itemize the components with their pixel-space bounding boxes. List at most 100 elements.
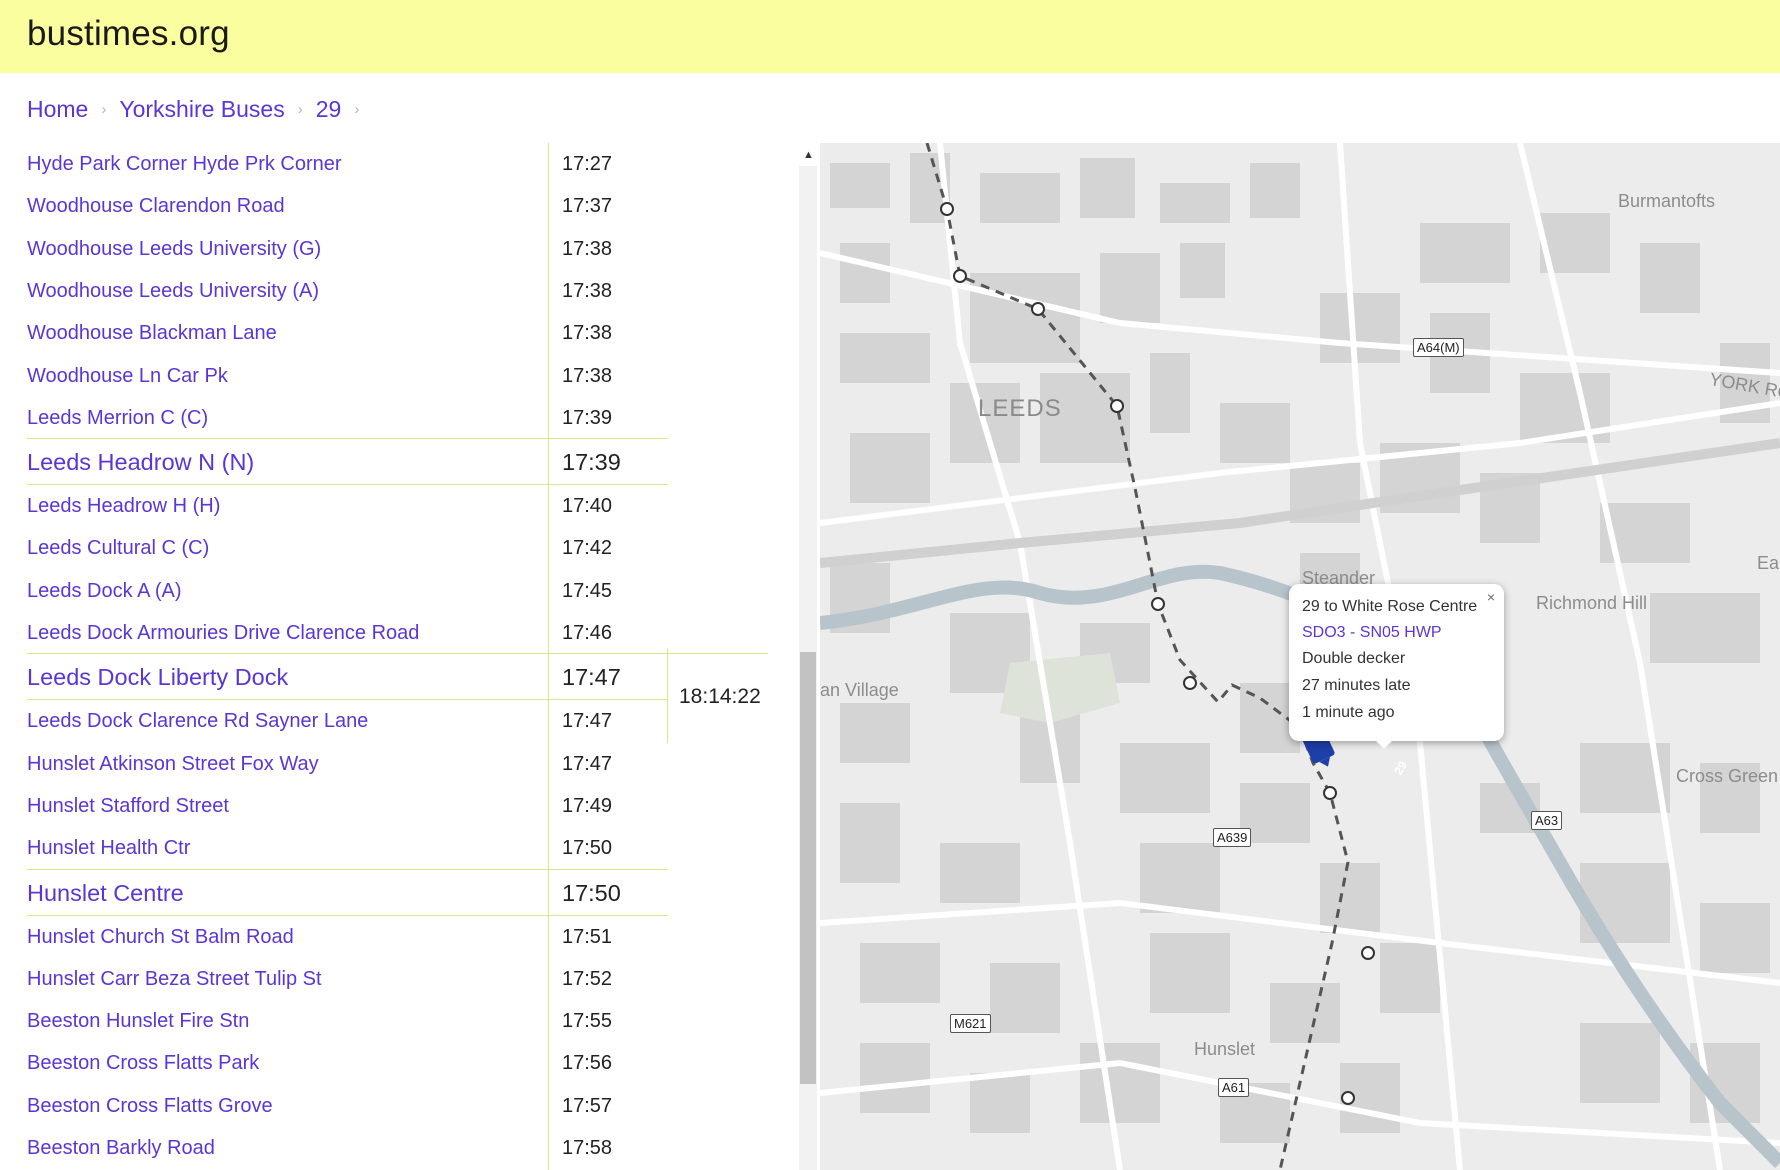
stop-time: 17:47 [562, 664, 621, 691]
stop-link[interactable]: Leeds Dock A (A) [27, 570, 182, 612]
popup-pointer [1374, 739, 1394, 749]
map-label-ea: Ea [1757, 553, 1780, 573]
journey-time: 18:14:22 [679, 685, 761, 708]
stop-link[interactable]: Leeds Cultural C (C) [27, 527, 209, 569]
stop-link[interactable]: Hunslet Carr Beza Street Tulip St [27, 958, 322, 1000]
stop-link[interactable]: Beeston Barkly Road [27, 1127, 215, 1169]
stop-time: 17:47 [562, 752, 613, 775]
stop-time: 17:38 [562, 364, 613, 387]
table-row: Leeds Dock A (A) 17:45 [0, 570, 668, 612]
stop-link[interactable]: Hyde Park Corner Hyde Prk Corner [27, 143, 342, 185]
stop-time: 17:50 [562, 879, 621, 906]
table-row: Hyde Park Corner Hyde Prk Corner 17:27 [0, 143, 668, 185]
scroll-up-icon[interactable]: ▲ [803, 150, 814, 161]
table-row: Hunslet Stafford Street 17:49 [0, 785, 668, 827]
stop-time: 17:46 [562, 622, 613, 644]
vehicle-popup: × 29 to White Rose Centre SDO3 - SN05 HW… [1289, 584, 1504, 741]
stop-time: 17:38 [562, 237, 613, 260]
vehicle-link[interactable]: SDO3 - SN05 HWP [1302, 624, 1442, 642]
table-row: Woodhouse Leeds University (A) 17:38 [0, 270, 668, 312]
stop-link[interactable]: Beeston Hunslet Fire Stn [27, 1000, 249, 1042]
table-row: Woodhouse Blackman Lane 17:38 [0, 312, 668, 354]
stop-time: 17:52 [562, 967, 613, 990]
popup-title: 29 to White Rose Centre [1302, 598, 1478, 615]
stop-time: 17:57 [562, 1094, 613, 1117]
table-row: Leeds Dock Clarence Rd Sayner Lane 17:47 [0, 700, 668, 742]
table-row: Hunslet Atkinson Street Fox Way 17:47 [0, 743, 668, 785]
table-row: Leeds Cultural C (C) 17:42 [0, 527, 668, 569]
site-header: bustimes.org [0, 0, 1780, 73]
table-row: Woodhouse Leeds University (G) 17:38 [0, 228, 668, 270]
breadcrumb-region[interactable]: Yorkshire Buses [119, 96, 284, 123]
stop-link[interactable]: Leeds Headrow H (H) [27, 485, 220, 527]
breadcrumb-separator-icon: › [354, 100, 360, 118]
stop-link[interactable]: Leeds Headrow N (N) [27, 439, 254, 485]
stop-link[interactable]: Leeds Dock Clarence Rd Sayner Lane [27, 700, 368, 742]
road-shield-a63: A63 [1531, 811, 1563, 830]
lateness-status: 27 minutes late [1302, 677, 1411, 694]
scrollbar-thumb[interactable] [800, 652, 816, 1084]
breadcrumb-home[interactable]: Home [27, 96, 88, 123]
table-row: Hunslet Health Ctr 17:50 [0, 827, 668, 869]
stop-time: 17:50 [562, 837, 613, 860]
stop-time: 17:39 [562, 406, 613, 429]
map-label-richmond-hill: Richmond Hill [1536, 593, 1648, 613]
stop-time: 17:55 [562, 1010, 613, 1033]
breadcrumb-service[interactable]: 29 [316, 96, 342, 123]
stop-time: 17:38 [562, 322, 613, 345]
stop-time: 17:39 [562, 449, 621, 476]
stop-time: 17:40 [562, 495, 613, 518]
stop-link[interactable]: Hunslet Atkinson Street Fox Way [27, 743, 319, 785]
stop-link[interactable]: Beeston Cross Flatts Grove [27, 1085, 273, 1127]
road-shield-a64m: A64(M) [1413, 338, 1464, 357]
stop-time: 17:51 [562, 925, 613, 948]
stop-link[interactable]: Leeds Dock Armouries Drive Clarence Road [27, 612, 419, 654]
stop-link[interactable]: Woodhouse Clarendon Road [27, 185, 285, 227]
stop-time: 17:42 [562, 537, 613, 560]
table-row: Beeston Cross Flatts Grove 17:57 [0, 1085, 668, 1127]
breadcrumb-separator-icon: › [101, 100, 107, 118]
stop-link[interactable]: Hunslet Health Ctr [27, 827, 190, 869]
stop-link[interactable]: Hunslet Church St Balm Road [27, 916, 294, 958]
stop-link[interactable]: Woodhouse Blackman Lane [27, 312, 277, 354]
table-row: Leeds Headrow N (N) 17:39 [0, 439, 668, 485]
vehicle-type: Double decker [1302, 650, 1406, 667]
map-label-village: an Village [820, 680, 899, 700]
close-icon[interactable]: × [1487, 589, 1495, 605]
map-label-leeds: LEEDS [978, 395, 1062, 422]
table-row: Leeds Dock Liberty Dock 17:47 [0, 654, 668, 700]
stop-link[interactable]: Leeds Merrion C (C) [27, 397, 208, 439]
road-shield-m621: M621 [950, 1014, 991, 1033]
stop-time: 17:45 [562, 579, 613, 602]
table-row: Beeston Hunslet Fire Stn 17:55 [0, 1000, 668, 1042]
table-row: Beeston Cross Flatts Park 17:56 [0, 1042, 668, 1084]
table-row: Hunslet Carr Beza Street Tulip St 17:52 [0, 958, 668, 1000]
stop-time: 17:49 [562, 794, 613, 817]
stop-time: 17:37 [562, 195, 613, 218]
stop-time: 17:56 [562, 1052, 613, 1075]
stop-link[interactable]: Beeston Cross Flatts Park [27, 1042, 259, 1084]
table-row: Beeston Barkly Road 17:58 [0, 1127, 668, 1169]
breadcrumb-separator-icon: › [297, 100, 303, 118]
table-row: Hunslet Church St Balm Road 17:51 [0, 916, 668, 958]
stop-link[interactable]: Leeds Dock Liberty Dock [27, 654, 288, 700]
map-label-cross-green: Cross Green [1676, 766, 1779, 786]
road-shield-a61: A61 [1218, 1078, 1250, 1097]
table-row: Woodhouse Clarendon Road 17:37 [0, 185, 668, 227]
stop-link[interactable]: Woodhouse Ln Car Pk [27, 355, 228, 397]
stop-link[interactable]: Hunslet Centre [27, 870, 184, 916]
stop-time: 17:58 [562, 1137, 613, 1159]
timetable: 18:14:22 Hyde Park Corner Hyde Prk Corne… [0, 143, 800, 1170]
stop-link[interactable]: Woodhouse Leeds University (G) [27, 228, 321, 270]
stop-time: 17:47 [562, 710, 613, 733]
updated-time: 1 minute ago [1302, 704, 1395, 721]
site-logo-link[interactable]: bustimes.org [27, 14, 230, 54]
table-row: Woodhouse Ln Car Pk 17:38 [0, 355, 668, 397]
breadcrumb: Home › Yorkshire Buses › 29 › [27, 94, 372, 124]
stop-link[interactable]: Hunslet Stafford Street [27, 785, 229, 827]
map-label-hunslet: Hunslet [1194, 1039, 1256, 1059]
table-row: Leeds Headrow H (H) 17:40 [0, 485, 668, 527]
stop-time: 17:38 [562, 279, 613, 302]
table-row: Leeds Dock Armouries Drive Clarence Road… [0, 612, 668, 654]
stop-link[interactable]: Woodhouse Leeds University (A) [27, 270, 319, 312]
